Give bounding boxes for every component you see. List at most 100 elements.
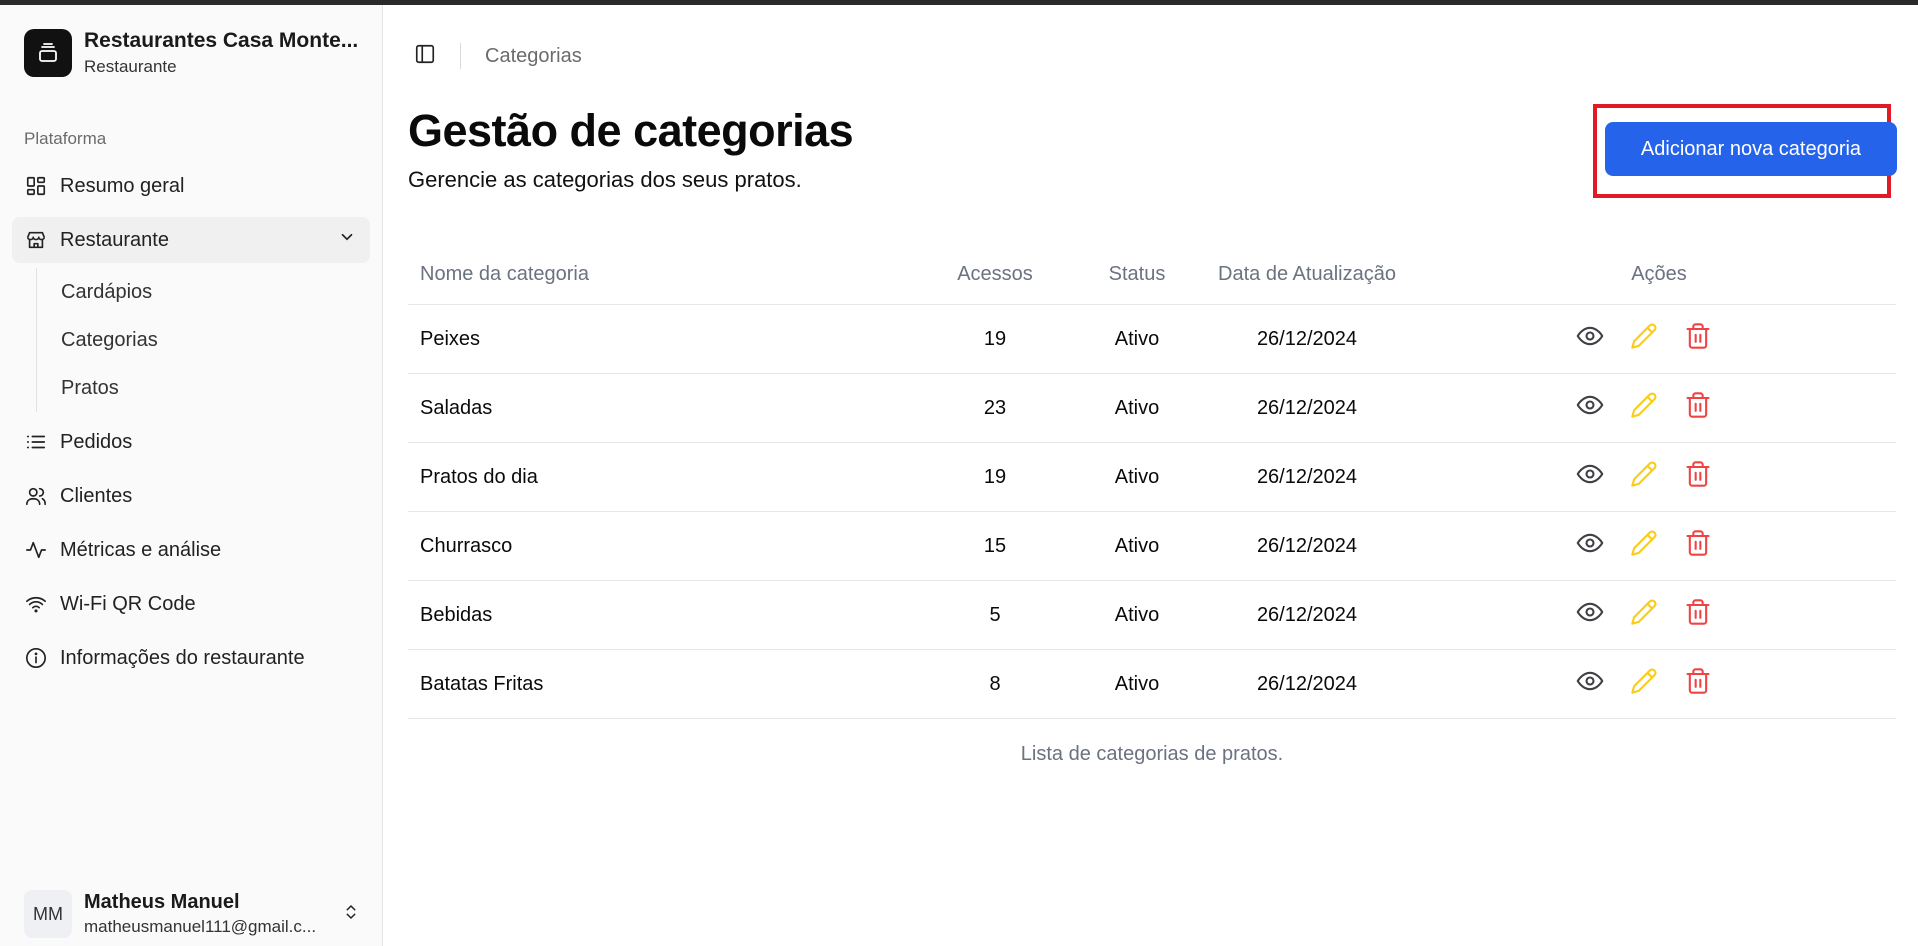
delete-button[interactable] <box>1683 598 1713 632</box>
accesses-cell: 15 <box>983 534 1007 557</box>
status-cell: Ativo <box>1114 672 1160 695</box>
wifi-icon <box>24 592 48 616</box>
pencil-icon <box>1630 667 1658 701</box>
table-caption: Lista de categorias de pratos. <box>1020 743 1284 765</box>
edit-button[interactable] <box>1629 667 1659 701</box>
view-button[interactable] <box>1575 462 1605 492</box>
chevrons-up-down-icon[interactable] <box>342 901 360 928</box>
eye-icon <box>1576 598 1604 632</box>
actions-cell <box>1422 598 1896 632</box>
section-label: Plataforma <box>24 129 107 148</box>
status-cell: Ativo <box>1114 534 1160 557</box>
sidebar-item-informacoes[interactable]: Informações do restaurante <box>12 635 370 681</box>
category-name-cell: Bebidas <box>420 603 493 626</box>
add-category-button[interactable]: Adicionar nova categoria <box>1605 122 1897 176</box>
view-button[interactable] <box>1575 531 1605 561</box>
edit-button[interactable] <box>1629 392 1659 423</box>
actions-cell <box>1422 391 1896 425</box>
store-icon <box>24 228 48 252</box>
delete-button[interactable] <box>1683 391 1713 425</box>
category-name-cell: Churrasco <box>420 534 513 557</box>
delete-button[interactable] <box>1683 530 1713 561</box>
table-row: Saladas 23 Ativo 26/12/2024 <box>408 374 1896 443</box>
sidebar-item-label: Informações do restaurante <box>60 646 305 669</box>
column-header-date: Data de Atualização <box>1218 263 1396 285</box>
date-cell: 26/12/2024 <box>1256 465 1358 488</box>
edit-button[interactable] <box>1629 599 1659 630</box>
edit-button[interactable] <box>1629 529 1659 563</box>
info-icon <box>24 646 48 670</box>
sidebar: Restaurantes Casa Monte... Restaurante P… <box>0 5 383 946</box>
sidebar-subitem-pratos[interactable]: Pratos <box>37 364 366 412</box>
table-header: Nome da categoria Acessos Status Data de… <box>408 245 1896 305</box>
sidebar-item-clientes[interactable]: Clientes <box>12 473 370 519</box>
sidebar-toggle-button[interactable] <box>412 43 438 69</box>
table-row: Churrasco 15 Ativo 26/12/2024 <box>408 512 1896 581</box>
list-icon <box>24 430 48 454</box>
sidebar-item-wifi[interactable]: Wi-Fi QR Code <box>12 581 370 627</box>
pencil-icon <box>1630 529 1658 563</box>
trash-icon <box>1684 598 1712 632</box>
delete-button[interactable] <box>1683 460 1713 494</box>
delete-button[interactable] <box>1683 322 1713 356</box>
date-cell: 26/12/2024 <box>1256 534 1358 557</box>
breadcrumb[interactable]: Categorias <box>485 45 582 68</box>
sidebar-subitem-cardapios[interactable]: Cardápios <box>37 268 366 316</box>
accesses-cell: 23 <box>983 396 1007 419</box>
trash-icon <box>1684 460 1712 494</box>
column-header-accesses: Acessos <box>957 263 1033 285</box>
panel-left-icon <box>414 43 436 70</box>
sidebar-item-pedidos[interactable]: Pedidos <box>12 419 370 465</box>
edit-button[interactable] <box>1629 322 1659 356</box>
table-row: Peixes 19 Ativo 26/12/2024 <box>408 305 1896 374</box>
view-button[interactable] <box>1575 669 1605 699</box>
sidebar-item-label: Resumo geral <box>60 174 185 197</box>
sidebar-item-resumo-geral[interactable]: Resumo geral <box>12 163 370 209</box>
brand-switcher[interactable]: Restaurantes Casa Monte... Restaurante <box>24 29 374 77</box>
category-name-cell: Batatas Fritas <box>420 672 544 695</box>
dashboard-icon <box>24 174 48 198</box>
accesses-cell: 5 <box>989 603 1001 626</box>
users-icon <box>24 484 48 508</box>
pencil-icon <box>1630 322 1658 356</box>
avatar: MM <box>24 890 72 938</box>
table-row: Batatas Fritas 8 Ativo 26/12/2024 <box>408 650 1896 719</box>
main-content: Categorias Gestão de categorias Gerencie… <box>384 5 1918 946</box>
chevron-down-icon[interactable] <box>338 228 356 252</box>
edit-button[interactable] <box>1629 461 1659 492</box>
delete-button[interactable] <box>1683 668 1713 699</box>
sidebar-item-restaurante[interactable]: Restaurante <box>12 217 370 263</box>
view-button[interactable] <box>1575 393 1605 423</box>
category-name-cell: Pratos do dia <box>420 465 538 488</box>
user-menu[interactable]: MM Matheus Manuel matheusmanuel111@gmail… <box>24 890 360 938</box>
actions-cell <box>1422 460 1896 494</box>
sidebar-item-metricas[interactable]: Métricas e análise <box>12 527 370 573</box>
actions-cell <box>1422 667 1896 701</box>
date-cell: 26/12/2024 <box>1256 672 1358 695</box>
accesses-cell: 19 <box>983 465 1007 488</box>
date-cell: 26/12/2024 <box>1256 603 1358 626</box>
status-cell: Ativo <box>1114 396 1160 419</box>
sidebar-item-label: Restaurante <box>60 228 169 251</box>
sidebar-item-label: Clientes <box>60 484 133 507</box>
sidebar-item-label: Wi-Fi QR Code <box>60 592 196 615</box>
column-header-actions: Ações <box>1631 263 1687 285</box>
sidebar-subitem-categorias[interactable]: Categorias <box>37 316 366 364</box>
date-cell: 26/12/2024 <box>1256 327 1358 350</box>
category-name-cell: Saladas <box>420 396 493 419</box>
trash-icon <box>1684 322 1712 356</box>
divider <box>460 43 461 69</box>
eye-icon <box>1576 529 1604 563</box>
view-button[interactable] <box>1575 600 1605 630</box>
sidebar-item-label: Pedidos <box>60 430 133 453</box>
trash-icon <box>1684 391 1712 425</box>
accesses-cell: 19 <box>983 327 1007 350</box>
view-button[interactable] <box>1575 324 1605 354</box>
eye-icon <box>1576 460 1604 494</box>
brand-logo-icon <box>24 29 72 77</box>
sidebar-item-label: Métricas e análise <box>60 538 222 561</box>
eye-icon <box>1576 391 1604 425</box>
table-row: Bebidas 5 Ativo 26/12/2024 <box>408 581 1896 650</box>
actions-cell <box>1422 322 1896 356</box>
eye-icon <box>1576 667 1604 701</box>
